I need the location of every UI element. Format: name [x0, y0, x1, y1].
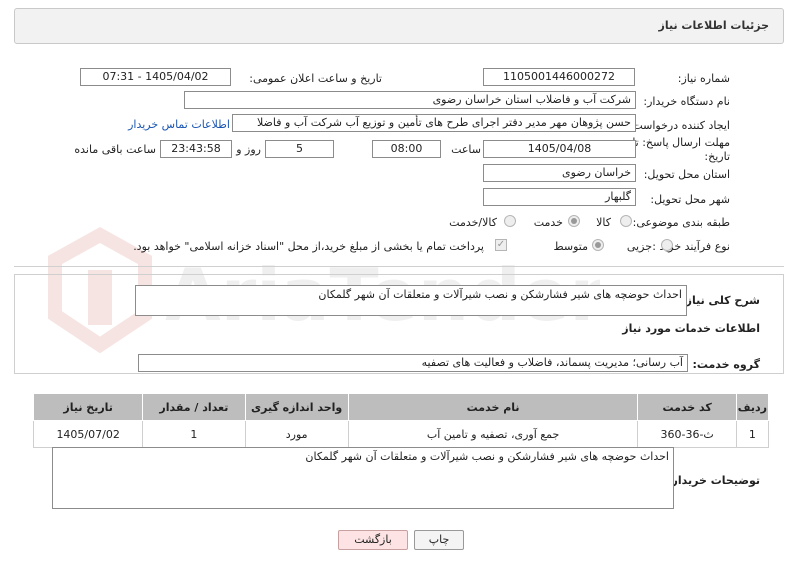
buyer-org-field[interactable]: شرکت آب و فاضلاب استان خراسان رضوی [184, 91, 636, 109]
deadline-time-field[interactable]: 08:00 [372, 140, 441, 158]
buyer-notes-textarea[interactable]: احداث حوضچه های شیر فشارشکن و نصب شیرآلا… [52, 447, 674, 509]
remaining-label: ساعت باقی مانده [74, 143, 156, 156]
back-button[interactable]: بازگشت [338, 530, 408, 550]
process-radio-medium[interactable] [592, 239, 604, 251]
table-header-row: ردیف کد خدمت نام خدمت واحد اندازه گیری ت… [32, 393, 770, 421]
province-label: استان محل تحویل: [643, 168, 730, 181]
category-option-goods-service: کالا/خدمت [449, 216, 497, 229]
creator-field[interactable]: حسن پژوهان مهر مدیر دفتر اجرای طرح های ت… [232, 114, 636, 132]
summary-label: شرح کلی نیاز: [681, 294, 760, 307]
service-group-label: گروه خدمت: [692, 358, 760, 371]
cell-qty: 1 [142, 420, 246, 448]
cell-row: 1 [735, 420, 770, 448]
remaining-time-field[interactable]: 23:43:58 [160, 140, 232, 158]
payment-note: پرداخت تمام یا بخشی از مبلغ خرید،از محل … [133, 240, 484, 253]
page-header: جزئیات اطلاعات نیاز [14, 8, 784, 44]
cell-name: جمع آوری، تصفیه و تامین آب [347, 420, 639, 448]
cell-code: ث-36-360 [637, 420, 737, 448]
buyer-org-label: نام دستگاه خریدار: [643, 95, 730, 108]
cell-date: 1405/07/02 [32, 420, 144, 448]
category-radio-goods-service[interactable] [504, 215, 516, 227]
category-label: طبقه بندی موضوعی: [632, 216, 730, 229]
divider [14, 266, 784, 267]
services-table: ردیف کد خدمت نام خدمت واحد اندازه گیری ت… [32, 393, 770, 448]
category-radio-goods[interactable] [620, 215, 632, 227]
col-header-row: ردیف [735, 393, 770, 421]
cell-unit: مورد [244, 420, 349, 448]
creator-label: ایجاد کننده درخواست: [628, 119, 730, 132]
process-option-minor: جزیی [626, 240, 652, 253]
print-button[interactable]: چاپ [414, 530, 464, 550]
category-option-service: خدمت [533, 216, 563, 229]
table-row: 1 ث-36-360 جمع آوری، تصفیه و تامین آب مو… [32, 420, 770, 448]
category-option-goods: کالا [596, 216, 611, 229]
announce-field[interactable]: 1405/04/02 - 07:31 [80, 68, 231, 86]
buyer-notes-label: توضیحات خریدار: [667, 474, 760, 487]
need-number-label: شماره نیاز: [677, 72, 730, 85]
col-header-code: کد خدمت [637, 393, 737, 421]
city-label: شهر محل تحویل: [650, 193, 730, 206]
city-field[interactable]: گلبهار [483, 188, 636, 206]
contact-buyer-link[interactable]: اطلاعات تماس خریدار [128, 118, 230, 131]
col-header-name: نام خدمت [347, 393, 639, 421]
process-option-medium: متوسط [553, 240, 588, 253]
deadline-date-field[interactable]: 1405/04/08 [483, 140, 636, 158]
category-radio-service[interactable] [568, 215, 580, 227]
announce-label: تاریخ و ساعت اعلان عمومی: [249, 72, 382, 85]
summary-textarea[interactable]: احداث حوضچه های شیر فشارشکن و نصب شیرآلا… [135, 285, 687, 316]
services-heading: اطلاعات خدمات مورد نیاز [622, 322, 760, 335]
deadline-time-label: ساعت [451, 143, 481, 156]
need-number-field[interactable]: 1105001446000272 [483, 68, 635, 86]
province-field[interactable]: خراسان رضوی [483, 164, 636, 182]
col-header-date: تاریخ نیاز [32, 393, 144, 421]
process-radio-minor[interactable] [661, 239, 673, 251]
page-title: جزئیات اطلاعات نیاز [658, 19, 770, 32]
days-field[interactable]: 5 [265, 140, 334, 158]
col-header-qty: تعداد / مقدار [142, 393, 246, 421]
treasury-checkbox[interactable]: ✓ [495, 239, 507, 251]
days-label: روز و [236, 143, 261, 156]
service-group-field[interactable]: آب رسانی؛ مدیریت پسماند، فاضلاب و فعالیت… [138, 354, 688, 372]
col-header-unit: واحد اندازه گیری [244, 393, 349, 421]
deadline-label: مهلت ارسال پاسخ: تا تاریخ: [632, 136, 730, 163]
